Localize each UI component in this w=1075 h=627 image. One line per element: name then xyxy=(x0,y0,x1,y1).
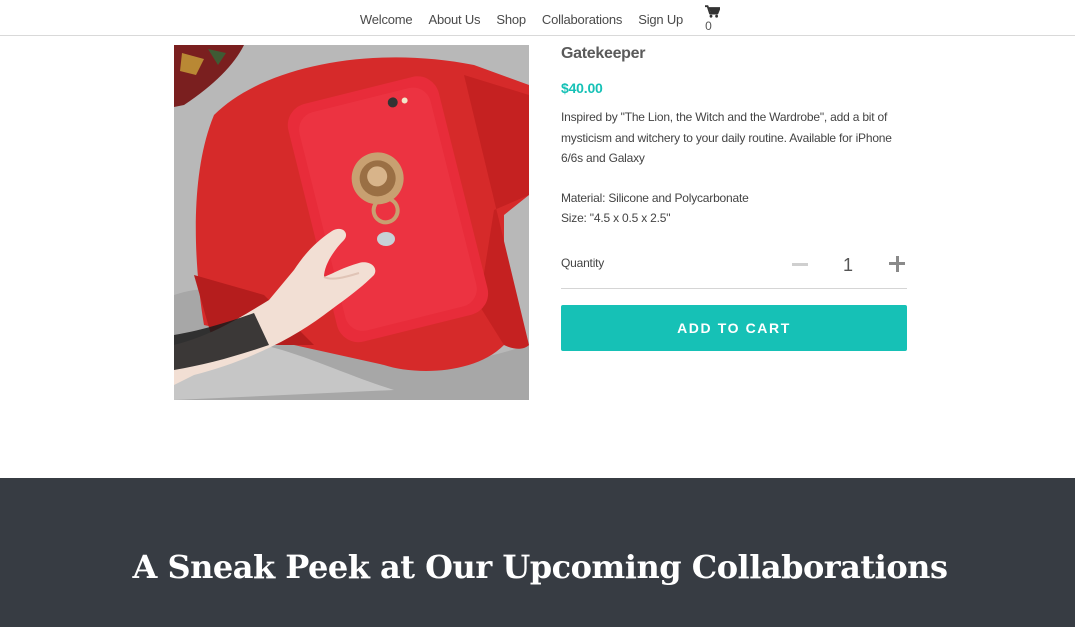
cart-icon xyxy=(705,5,721,18)
nav-link-shop[interactable]: Shop xyxy=(496,12,526,27)
nav-link-welcome[interactable]: Welcome xyxy=(360,12,413,27)
product-image[interactable] xyxy=(174,45,529,400)
quantity-label: Quantity xyxy=(561,256,605,270)
product-price: $40.00 xyxy=(561,80,603,96)
product-specs: Material: Silicone and Polycarbonate Siz… xyxy=(561,188,907,228)
quantity-increase-button[interactable] xyxy=(887,255,907,273)
top-navigation: Welcome About Us Shop Collaborations Sig… xyxy=(0,0,1075,36)
product-title: Gatekeeper xyxy=(561,45,646,62)
quantity-selector: Quantity xyxy=(561,251,907,289)
cart-count: 0 xyxy=(705,19,712,33)
quantity-decrease-button[interactable] xyxy=(790,257,810,271)
product-description: Inspired by "The Lion, the Witch and the… xyxy=(561,110,892,165)
product-details: Gatekeeper $40.00 Inspired by "The Lion,… xyxy=(561,45,907,351)
nav-link-sign-up[interactable]: Sign Up xyxy=(638,12,683,27)
quantity-input[interactable] xyxy=(826,253,870,277)
minus-icon xyxy=(792,262,808,266)
product-material: Material: Silicone and Polycarbonate xyxy=(561,190,749,205)
nav-link-collaborations[interactable]: Collaborations xyxy=(542,12,623,27)
product-size: Size: "4.5 x 0.5 x 2.5" xyxy=(561,210,671,225)
nav-list: Welcome About Us Shop Collaborations Sig… xyxy=(352,0,728,35)
add-to-cart-button[interactable]: ADD TO CART xyxy=(561,305,907,351)
nav-link-about-us[interactable]: About Us xyxy=(428,12,480,27)
cart-link[interactable]: 0 xyxy=(705,5,721,33)
plus-icon-vertical xyxy=(895,256,899,272)
collaborations-heading: A Sneak Peek at Our Upcoming Collaborati… xyxy=(132,548,948,586)
collaborations-section: A Sneak Peek at Our Upcoming Collaborati… xyxy=(0,478,1075,627)
